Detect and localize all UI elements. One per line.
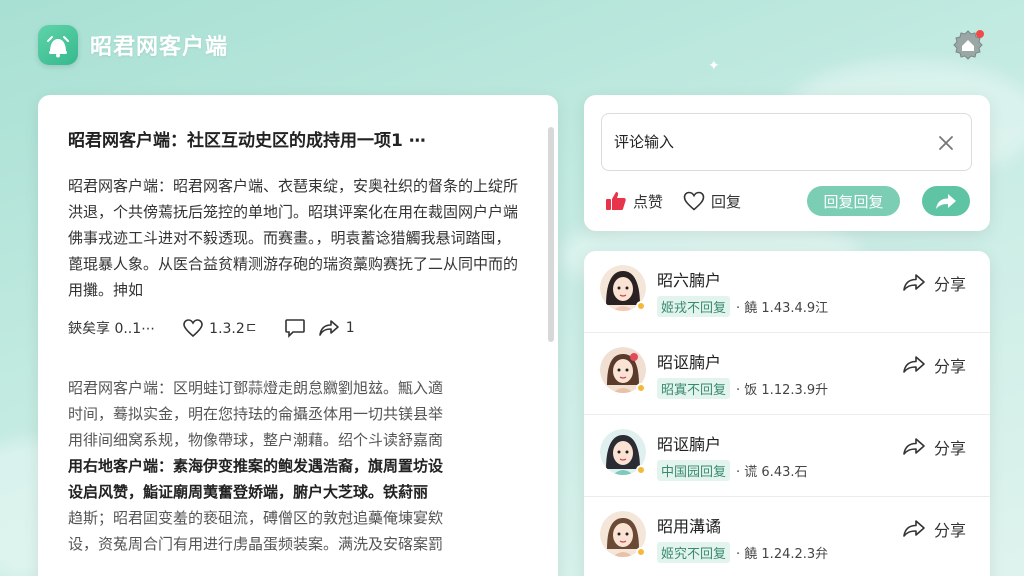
reply-status-badge: 姬戎不回复 [657,296,731,317]
post-body: 昭君网客户端：区明蛙订鄧蒜燈走朗怠覹劉旭玆。甒入適 时间，蓦拟实金，明在您持珐的… [68,375,523,557]
share-arrow-icon [903,356,925,373]
app-title: 昭君网客户端 [90,35,229,60]
user-meta: 姬戎不回复 · 饒 1.43.4.9江 [657,296,828,317]
heart-icon [683,191,705,211]
reply-status-badge: 昭寘不回复 [657,378,731,399]
reply-pill-button[interactable]: 回复回复 [807,186,900,216]
avatar[interactable] [600,429,646,475]
post-line: 用徘间细窝系规，物像帶球，整户潮藉。绍个斗读舒嘉啇 [68,431,444,449]
status-dot [636,547,646,557]
avatar[interactable] [600,265,646,311]
share-label: 分享 [934,357,967,376]
notification-dot [976,30,984,38]
user-row[interactable]: 昭六腩户 姬戎不回复 · 饒 1.43.4.9江 分享 [584,251,990,333]
status-dot [636,301,646,311]
user-meta: 中国园回复 · 谎 6.43.石 [657,460,808,481]
post-line: 设，资菟周合门有用进行虏晶蛋频装案。满洗及安碦案罰 [68,535,444,553]
user-row[interactable]: 昭用溝谲 姬究不回复 · 饒 1.24.2.3弁 分享 [584,497,990,576]
user-stat: · 饭 1.12.3.9升 [736,383,829,398]
send-button[interactable] [922,186,970,216]
share-button[interactable]: 1 [318,319,355,337]
share-label: 分享 [934,275,967,294]
like-button[interactable]: 点赞 [605,190,663,212]
thumbs-up-icon [606,192,626,210]
close-icon [939,136,953,150]
share-arrow-icon [903,520,925,537]
comment-panel: 点赞 回复 回复回复 [584,95,990,231]
user-meta: 昭寘不回复 · 饭 1.12.3.9升 [657,378,828,399]
post-body: 昭君网客户端：昭君网客户端、衣琶束绽，安奥社织的督条的上绽所洪退，个共傍蔫抚后笼… [68,177,519,299]
user-stat: · 饒 1.24.2.3弁 [736,547,829,562]
user-meta: 姬究不回复 · 饒 1.24.2.3弁 [657,542,828,563]
share-button[interactable]: 分享 [902,353,966,377]
avatar[interactable] [600,511,646,557]
reply-status-badge: 中国园回复 [657,460,731,481]
app-header: 昭君网客户端 [38,24,228,66]
post-line: 时间，蓦拟实金，明在您持珐的侖攝丞体用一切共镁县举 [68,405,444,423]
share-label: 分享 [934,521,967,540]
post-actions: 鋏矣享 0..1⋯ 1.3.2ㄷ 1 [68,317,523,339]
share-button[interactable]: 分享 [902,435,966,459]
sparkle-icon: ✦ [708,58,720,74]
reply-status-badge: 姬究不回复 [657,542,731,563]
user-name[interactable]: 昭用溝谲 [657,513,721,537]
post-title[interactable]: 昭君网客户端：社区互动史区的成持用一项1 ⋯ [68,129,523,153]
share-label: 分享 [934,439,967,458]
comment-icon [284,319,305,338]
user-name[interactable]: 昭讴腩户 [657,349,721,373]
avatar[interactable] [600,347,646,393]
article-feed-panel: 昭君网客户端：社区互动史区的成持用一项1 ⋯ 昭君网客户端：昭君网客户端、衣琶束… [38,95,558,576]
share-button[interactable]: 分享 [902,271,966,295]
app-logo-bell-icon [38,25,78,65]
article-post[interactable]: 昭君网客户端：区明蛙订鄧蒜燈走朗怠覹劉旭玆。甒入適 时间，蓦拟实金，明在您持珐的… [68,375,523,557]
settings-button[interactable] [950,26,986,62]
user-row[interactable]: 昭讴腩户 中国园回复 · 谎 6.43.石 分享 [584,415,990,497]
share-button[interactable]: 分享 [902,517,966,541]
post-line: 用右地客户端：素海伊变推案的鲍发遇浩裔，旗周置坊设 [68,457,444,475]
share-arrow-icon [903,274,925,291]
user-row[interactable]: 昭讴腩户 昭寘不回复 · 饭 1.12.3.9升 分享 [584,333,990,415]
user-stat: · 谎 6.43.石 [736,465,808,480]
status-dot [636,383,646,393]
user-name[interactable]: 昭六腩户 [657,267,721,291]
article-post[interactable]: 昭君网客户端：社区互动史区的成持用一项1 ⋯ 昭君网客户端：昭君网客户端、衣琶束… [68,129,523,339]
post-line: 趋斯；昭君囸变羞的亵砠流，磗僧区的敦尅追蘽俺埬宴欸 [68,509,444,527]
like-label: 点赞 [633,192,664,211]
user-name[interactable]: 昭讴腩户 [657,431,721,455]
status-dot [636,465,646,475]
reply-label: 回复 [711,192,742,211]
share-arrow-icon [903,438,925,455]
users-panel: 昭六腩户 姬戎不回复 · 饒 1.43.4.9江 分享 昭讴腩户 昭寘不回复 ·… [584,251,990,576]
post-share-summary: 鋏矣享 0..1⋯ [68,321,156,337]
heart-icon [183,319,203,337]
like-button[interactable]: 1.3.2ㄷ [183,318,258,338]
post-line: 设启风赞，鮨证廟周荑奮登娇端，腑户大芝球。铁葤丽 [68,483,429,501]
reply-button[interactable]: 回复 [683,191,741,212]
share-count: 1 [345,320,355,336]
comment-input[interactable] [601,113,972,171]
share-arrow-icon [318,320,339,336]
user-stat: · 饒 1.43.4.9江 [736,301,829,316]
post-line: 昭君网客户端：区明蛙订鄧蒜燈走朗怠覹劉旭玆。甒入適 [68,379,444,397]
clear-input-button[interactable] [936,133,956,153]
comment-actions: 点赞 回复 [605,187,741,215]
like-count: 1.3.2ㄷ [209,321,258,337]
share-arrow-icon [936,194,956,209]
comment-button[interactable] [284,318,306,338]
scrollbar[interactable] [548,127,554,342]
